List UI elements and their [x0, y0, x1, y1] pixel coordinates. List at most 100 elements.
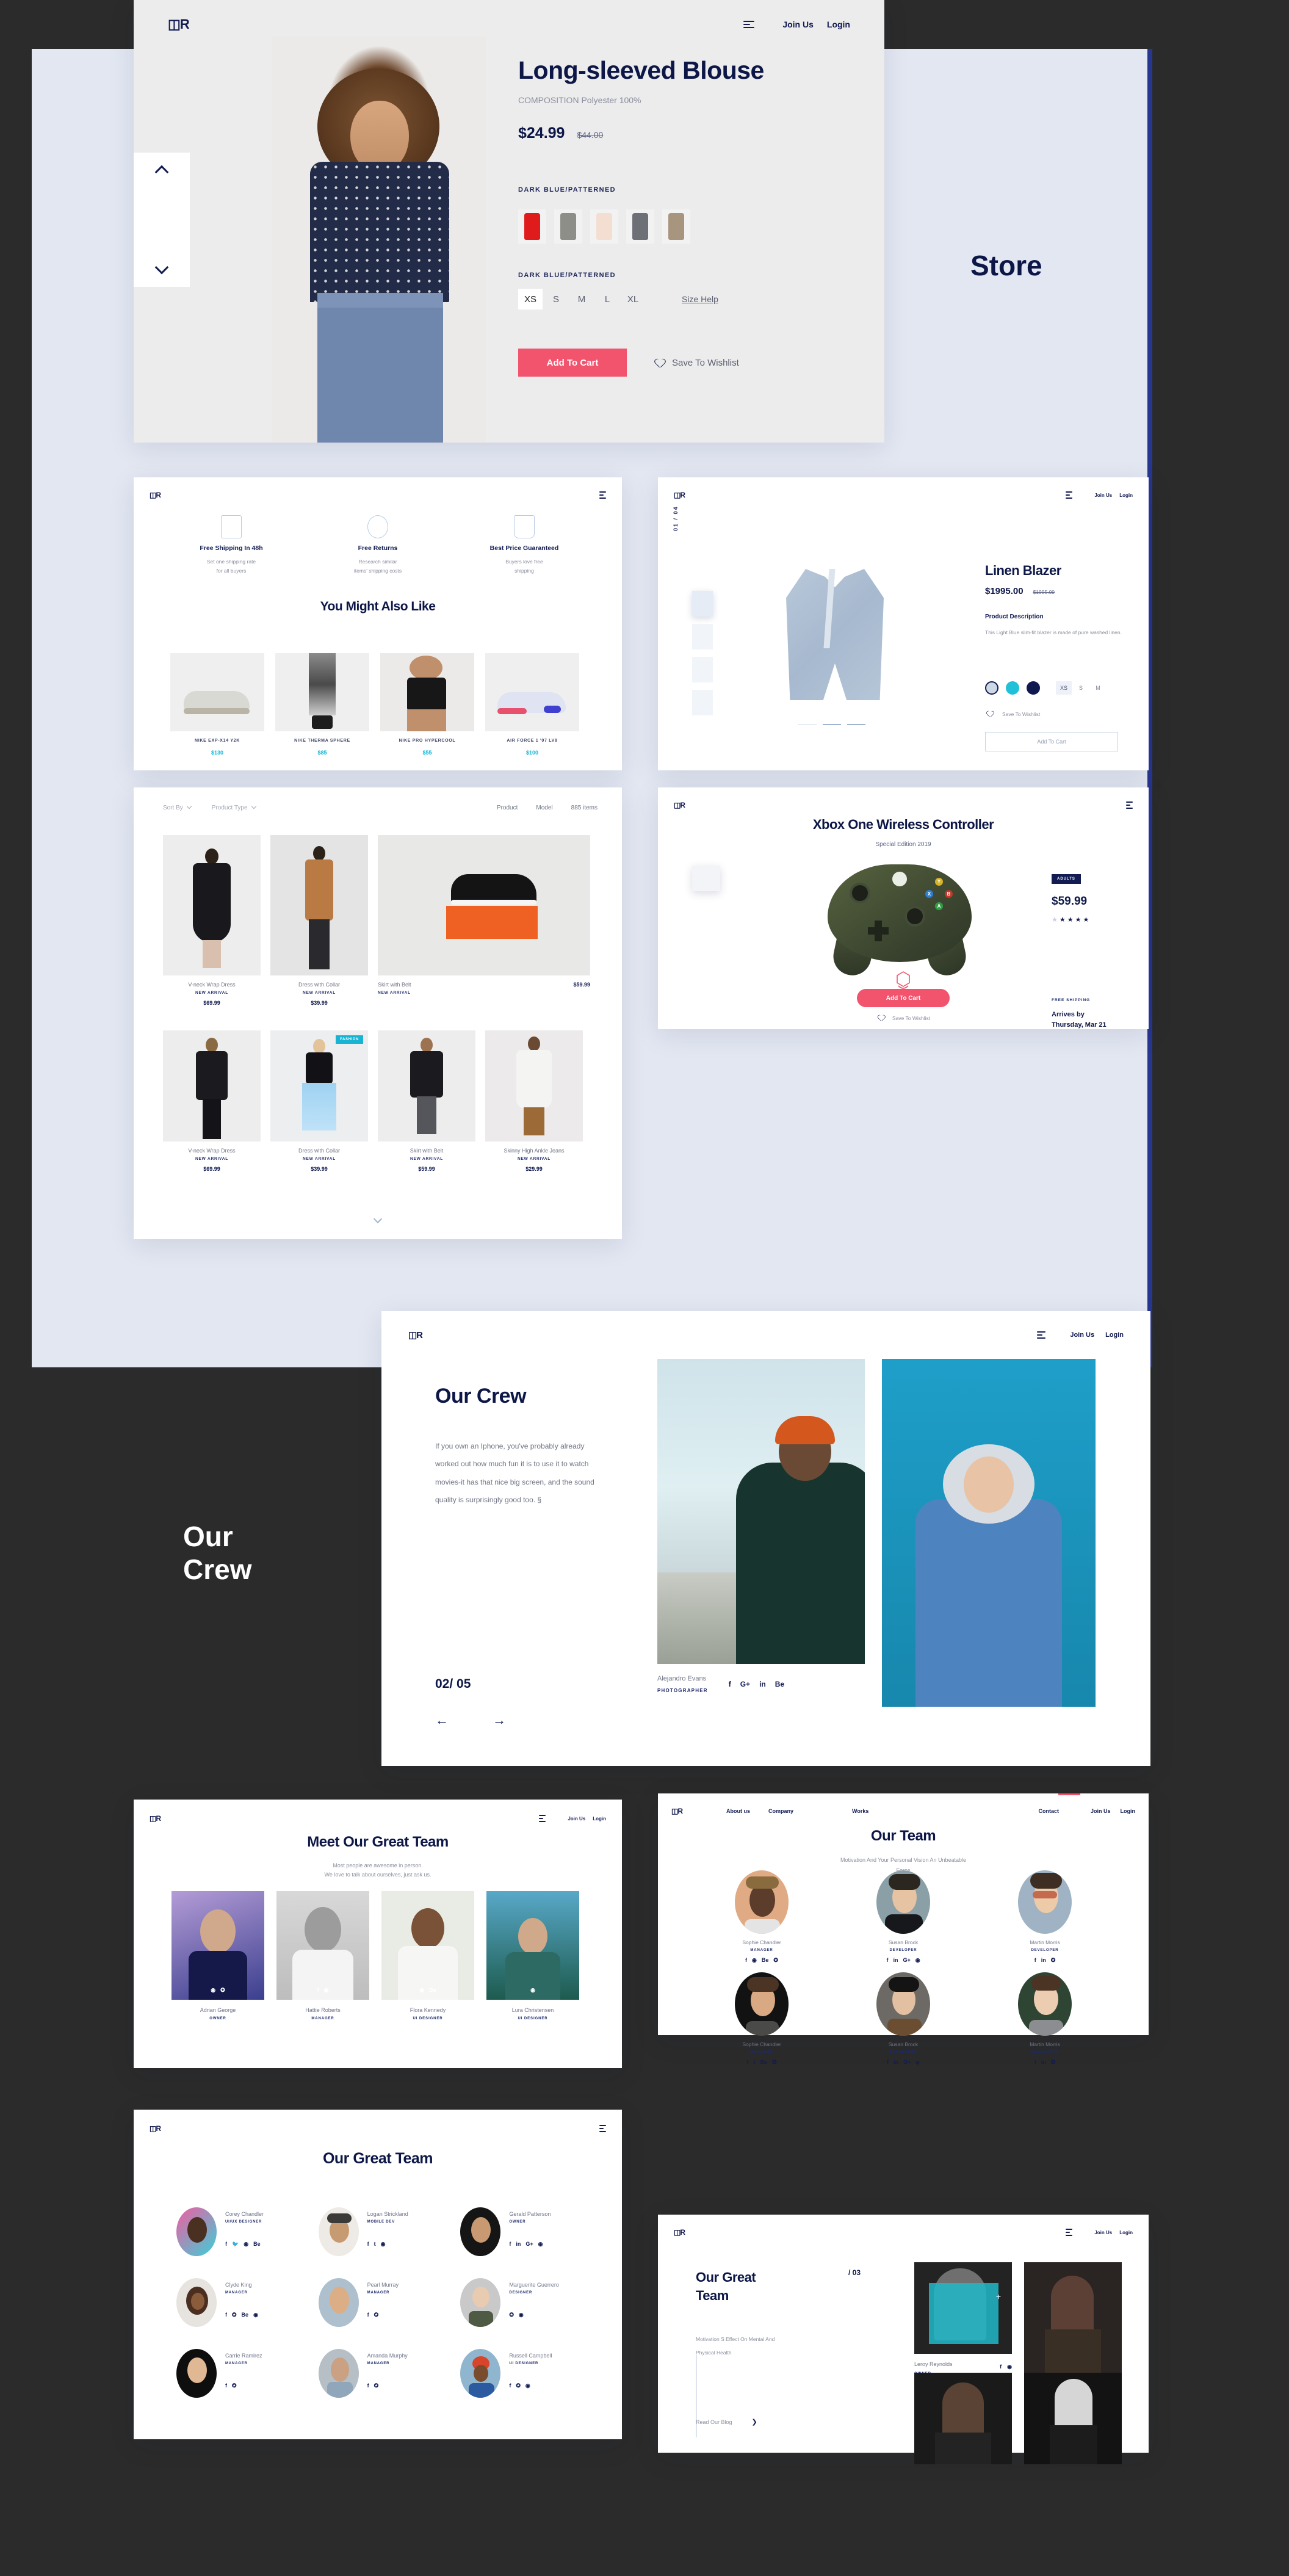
facebook-icon[interactable]: f	[367, 2241, 369, 2248]
twitter-icon[interactable]: t	[374, 2241, 376, 2248]
size-help-link[interactable]: Size Help	[682, 294, 718, 304]
showcase-photo[interactable]: +	[914, 2262, 1012, 2354]
behance-icon[interactable]: Be	[242, 2312, 249, 2318]
color-swatch[interactable]	[626, 209, 654, 244]
instagram-icon[interactable]: ◉	[1007, 2364, 1012, 2370]
instagram-icon[interactable]: ◉	[519, 2312, 524, 2318]
product-card[interactable]: NIKE EXP-X14 Y2K $130	[170, 653, 264, 756]
blazer-pagination-dots[interactable]	[798, 724, 865, 725]
prev-arrow-icon[interactable]: ←	[435, 1712, 449, 1728]
blazer-thumbnail[interactable]	[692, 591, 713, 617]
dribbble-icon[interactable]: ✪	[232, 2382, 237, 2389]
facebook-icon[interactable]: f	[509, 2241, 511, 2248]
facebook-icon[interactable]: f	[1034, 1957, 1036, 1964]
col-model[interactable]: Model	[536, 805, 552, 811]
dot[interactable]	[847, 724, 865, 725]
team-member[interactable]: Russell Campbell UI DESIGNER f ✪ ◉	[460, 2349, 591, 2398]
color-swatch-list[interactable]	[518, 209, 848, 244]
dribbble-icon[interactable]: ✪	[374, 2312, 379, 2318]
xbox-thumbnail-list[interactable]	[692, 866, 720, 972]
xbox-add-to-cart-button[interactable]: Add To Cart	[857, 989, 950, 1007]
product-type-dropdown[interactable]: Product Type	[212, 803, 256, 811]
color-swatch[interactable]	[518, 209, 546, 244]
facebook-icon[interactable]: f	[225, 2241, 227, 2248]
member-socials[interactable]: f t Be ✪	[707, 2059, 817, 2066]
sort-by-dropdown[interactable]: Sort By	[163, 803, 192, 811]
brand-logo[interactable]: ◫R	[671, 1807, 683, 1815]
team-member[interactable]: Martin Morris DEVELOPER f in ✪	[990, 1870, 1100, 1964]
instagram-icon[interactable]: ◉	[253, 2312, 258, 2318]
dribbble-icon[interactable]: ✪	[232, 2312, 237, 2318]
nav-join-us[interactable]: Join Us	[1070, 1331, 1094, 1339]
grid-item[interactable]: FASHION Dress with Collar NEW ARRIVAL $3…	[270, 1030, 368, 1172]
load-more-chevron-icon[interactable]	[373, 1214, 383, 1224]
brand-logo[interactable]: ◫R	[674, 2228, 685, 2237]
instagram-icon[interactable]: ◉	[530, 1987, 535, 1994]
team-member[interactable]: Sophie Chandler MANAGER f t Be ✪	[707, 1972, 817, 2066]
size-option-l[interactable]: L	[595, 289, 619, 309]
member-socials[interactable]: f ✪ Be ◉	[225, 2312, 258, 2318]
grid-item[interactable]: Skirt with Belt NEW ARRIVAL $59.99	[378, 1030, 475, 1172]
product-card[interactable]: NIKE THERMA SPHERE $85	[275, 653, 369, 756]
blazer-save-wishlist[interactable]: Save To Wishlist	[985, 709, 1138, 718]
team-member[interactable]: Pearl Murray MANAGER f ✪	[318, 2278, 450, 2327]
brand-logo[interactable]: ◫R	[150, 1814, 161, 1823]
member-socials[interactable]: f ✪	[367, 2382, 408, 2389]
dribbble-icon[interactable]: ✪	[220, 1987, 225, 1994]
linkedin-icon[interactable]: in	[893, 1957, 898, 1964]
nav-about-us[interactable]: About us	[726, 1808, 750, 1814]
blazer-thumbnail[interactable]	[692, 624, 713, 649]
member-socials[interactable]: f ✪	[225, 2382, 262, 2389]
instagram-icon[interactable]: ◉	[324, 1987, 329, 1994]
menu-icon[interactable]	[599, 2125, 606, 2132]
facebook-icon[interactable]: f	[1034, 2059, 1036, 2066]
nav-login[interactable]: Login	[593, 1816, 606, 1822]
blazer-thumbnail-list[interactable]	[692, 591, 713, 715]
googleplus-icon[interactable]: G+	[525, 2241, 533, 2248]
size-option-xs[interactable]: XS	[518, 289, 543, 309]
linkedin-icon[interactable]: in	[894, 2059, 898, 2065]
instagram-icon[interactable]: ◉	[381, 2241, 386, 2248]
facebook-icon[interactable]: f	[367, 2312, 369, 2318]
facebook-icon[interactable]: f	[367, 2382, 369, 2389]
team-member[interactable]: Sophie Chandler MANAGER f ◉ Be ✪	[707, 1870, 817, 1964]
nav-works[interactable]: Works	[852, 1808, 868, 1814]
member-socials[interactable]: f 🐦 ◉ Be	[225, 2241, 264, 2248]
menu-icon[interactable]	[1126, 801, 1133, 809]
member-socials[interactable]: ◉ ✪	[172, 1987, 264, 1994]
member-socials[interactable]: f ◉ Be ✪	[707, 1957, 817, 1964]
nav-login[interactable]: Login	[827, 20, 850, 29]
facebook-icon[interactable]: f	[887, 2059, 889, 2065]
dribbble-icon[interactable]: ✪	[1051, 2059, 1056, 2066]
team-member[interactable]: Susan Brock DEVELOPER f in G+ ◉	[848, 1870, 958, 1964]
grid-item[interactable]: Dress with Collar NEW ARRIVAL $39.99	[270, 835, 368, 1006]
pinterest-icon[interactable]: φ	[915, 2059, 919, 2065]
googleplus-icon[interactable]: G+	[903, 2059, 911, 2065]
team-member[interactable]: ◉ Be Flora Kennedy UI DESIGNER	[381, 1891, 474, 2021]
nav-login[interactable]: Login	[1119, 493, 1133, 498]
member-socials[interactable]: f t ◉	[367, 2241, 408, 2248]
brand-logo[interactable]: ◫R	[168, 16, 190, 32]
instagram-icon[interactable]: ◉	[525, 2382, 530, 2389]
behance-icon[interactable]: Be	[760, 2059, 767, 2066]
team-member[interactable]: Amanda Murphy MANAGER f ✪	[318, 2349, 450, 2398]
team-member[interactable]: Corey Chandler UI/UX DESIGNER f 🐦 ◉ Be	[176, 2207, 308, 2256]
menu-icon[interactable]	[539, 1815, 546, 1822]
showcase-photo[interactable]	[1024, 2373, 1122, 2464]
nav-contact[interactable]: Contact	[1038, 1808, 1059, 1814]
linkedin-icon[interactable]: in	[1041, 1957, 1046, 1964]
member-socials[interactable]: f in G+ ◉	[509, 2241, 551, 2248]
team-member[interactable]: f ◉ Hattie Roberts MANAGER	[276, 1891, 369, 2021]
menu-icon[interactable]	[599, 491, 606, 499]
brand-logo[interactable]: ◫R	[150, 2124, 161, 2133]
showcase-photo[interactable]	[914, 2373, 1012, 2464]
save-to-wishlist[interactable]: Save To Wishlist	[655, 358, 739, 368]
size-option-s[interactable]: S	[544, 289, 568, 309]
slider-up-icon[interactable]	[154, 165, 169, 179]
xbox-thumbnail[interactable]	[692, 946, 720, 972]
member-socials[interactable]: f ◉	[276, 1987, 369, 1994]
brand-logo[interactable]: ◫R	[674, 491, 685, 499]
grid-item[interactable]: Skinny High Ankle Jeans NEW ARRIVAL $29.…	[485, 1030, 583, 1172]
dot[interactable]	[823, 724, 841, 725]
team-member[interactable]: ◉ ✪ Adrian George OWNER	[172, 1891, 264, 2021]
